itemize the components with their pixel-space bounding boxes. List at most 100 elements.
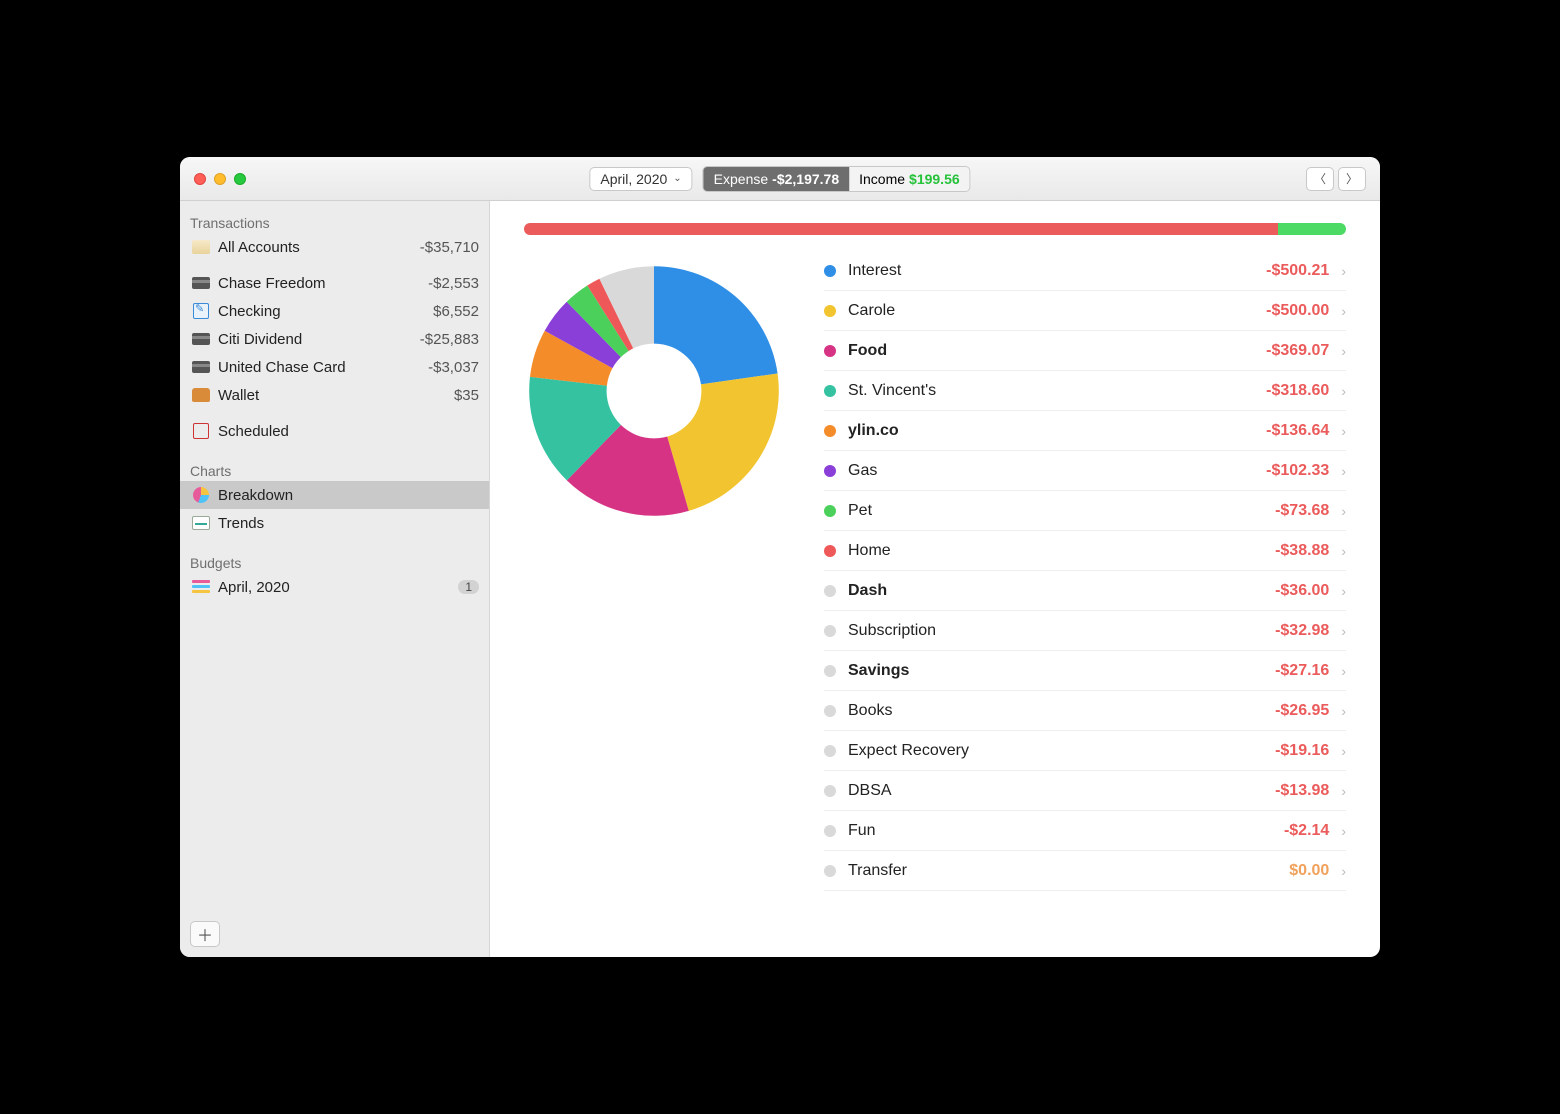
- sidebar-item-value: -$3,037: [428, 359, 479, 376]
- chevron-right-icon: ›: [1341, 423, 1346, 439]
- check-icon: [192, 302, 210, 320]
- category-row[interactable]: Fun-$2.14›: [824, 811, 1346, 851]
- category-amount: -$369.07: [1266, 342, 1329, 360]
- category-swatch-icon: [824, 585, 836, 597]
- category-amount: $0.00: [1289, 862, 1329, 880]
- category-swatch-icon: [824, 265, 836, 277]
- category-row[interactable]: Home-$38.88›: [824, 531, 1346, 571]
- chevron-right-icon: ›: [1341, 863, 1346, 879]
- category-swatch-icon: [824, 865, 836, 877]
- category-row[interactable]: Carole-$500.00›: [824, 291, 1346, 331]
- month-dropdown[interactable]: April, 2020 ⌄: [589, 167, 692, 191]
- category-amount: -$19.16: [1275, 742, 1329, 760]
- sidebar-item-label: Citi Dividend: [218, 331, 412, 348]
- sidebar-item-label: All Accounts: [218, 239, 412, 256]
- category-name: St. Vincent's: [848, 382, 1254, 400]
- wallet-icon: [192, 386, 210, 404]
- sidebar-item-all-accounts[interactable]: All Accounts -$35,710: [180, 233, 489, 261]
- category-name: Food: [848, 342, 1254, 360]
- income-segment[interactable]: Income $199.56: [849, 167, 970, 191]
- category-list: Interest-$500.21› Carole -$500.00 › Food -$36…: [824, 251, 1346, 891]
- chevron-right-icon: ›: [1341, 663, 1346, 679]
- add-button[interactable]: ＋: [190, 921, 220, 947]
- category-name: Subscription: [848, 622, 1263, 640]
- sidebar-item-value: -$25,883: [420, 331, 479, 348]
- chevron-down-icon: ⌄: [673, 173, 681, 184]
- app-window: April, 2020 ⌄ Expense -$2,197.78 Income …: [180, 157, 1380, 957]
- category-name: Home: [848, 542, 1263, 560]
- sidebar-item-label: Scheduled: [218, 423, 479, 440]
- category-row[interactable]: Dash-$36.00›: [824, 571, 1346, 611]
- chevron-right-icon: ›: [1341, 383, 1346, 399]
- category-amount: -$32.98: [1275, 622, 1329, 640]
- close-window-button[interactable]: [194, 173, 206, 185]
- sidebar-item-value: $6,552: [433, 303, 479, 320]
- sidebar-item-chase-freedom[interactable]: Chase Freedom-$2,553: [180, 269, 489, 297]
- window-controls: [194, 173, 246, 185]
- category-swatch-icon: [824, 305, 836, 317]
- category-name: Transfer: [848, 862, 1277, 880]
- chevron-right-icon: ›: [1341, 343, 1346, 359]
- sidebar-item-label: April, 2020: [218, 579, 450, 596]
- category-amount: -$13.98: [1275, 782, 1329, 800]
- category-name: Savings: [848, 662, 1263, 680]
- category-row[interactable]: Expect Recovery-$19.16›: [824, 731, 1346, 771]
- category-row[interactable]: Pet-$73.68›: [824, 491, 1346, 531]
- category-swatch-icon: [824, 625, 836, 637]
- next-month-button[interactable]: 〉: [1338, 167, 1366, 191]
- prev-month-button[interactable]: 〈: [1306, 167, 1334, 191]
- category-name: Carole: [848, 302, 1254, 320]
- sidebar-item-label: Wallet: [218, 387, 446, 404]
- category-swatch-icon: [824, 505, 836, 517]
- category-row[interactable]: Subscription-$32.98›: [824, 611, 1346, 651]
- sidebar-scroll[interactable]: TransactionsAll Accounts-$35,710Chase Fr…: [180, 201, 489, 957]
- sidebar-item-value: $35: [454, 387, 479, 404]
- category-row[interactable]: Transfer $0.00 ›: [824, 851, 1346, 891]
- window-body: TransactionsAll Accounts-$35,710Chase Fr…: [180, 201, 1380, 957]
- toolbar-center: April, 2020 ⌄ Expense -$2,197.78 Income …: [589, 166, 970, 192]
- category-amount: -$318.60: [1266, 382, 1329, 400]
- sidebar-item-value: -$35,710: [420, 239, 479, 256]
- category-name: Expect Recovery: [848, 742, 1263, 760]
- category-row[interactable]: DBSA-$13.98›: [824, 771, 1346, 811]
- breakdown-row: Interest-$500.21› Carole -$500.00 › Food -$36…: [524, 251, 1346, 891]
- sidebar-item-label: Chase Freedom: [218, 275, 420, 292]
- sidebar-item-scheduled[interactable]: Scheduled: [180, 417, 489, 445]
- sidebar-item-checking[interactable]: Checking$6,552: [180, 297, 489, 325]
- sidebar-section-header: Charts: [180, 457, 489, 481]
- sidebar-item-united-chase[interactable]: United Chase Card-$3,037: [180, 353, 489, 381]
- category-amount: -$500.00: [1266, 302, 1329, 320]
- category-row[interactable]: Interest-$500.21›: [824, 251, 1346, 291]
- category-amount: -$26.95: [1275, 702, 1329, 720]
- bar-expense-portion: [524, 223, 1278, 235]
- category-swatch-icon: [824, 825, 836, 837]
- category-row[interactable]: Gas-$102.33›: [824, 451, 1346, 491]
- category-amount: -$38.88: [1275, 542, 1329, 560]
- category-amount: -$27.16: [1275, 662, 1329, 680]
- sidebar-item-budget-april[interactable]: April, 20201: [180, 573, 489, 601]
- expense-segment[interactable]: Expense -$2,197.78: [704, 167, 849, 191]
- expense-income-segment: Expense -$2,197.78 Income $199.56: [703, 166, 971, 192]
- category-row[interactable]: Books-$26.95›: [824, 691, 1346, 731]
- sidebar-item-breakdown[interactable]: Breakdown: [180, 481, 489, 509]
- titlebar: April, 2020 ⌄ Expense -$2,197.78 Income …: [180, 157, 1380, 201]
- category-name: Books: [848, 702, 1263, 720]
- category-swatch-icon: [824, 385, 836, 397]
- category-row[interactable]: St. Vincent's -$318.60 ›: [824, 371, 1346, 411]
- category-row[interactable]: ylin.co-$136.64›: [824, 411, 1346, 451]
- category-row[interactable]: Food -$369.07 ›: [824, 331, 1346, 371]
- card-icon: [192, 274, 210, 292]
- chevron-right-icon: ›: [1341, 783, 1346, 799]
- sidebar-item-trends[interactable]: Trends: [180, 509, 489, 537]
- category-name: Interest: [848, 262, 1254, 280]
- category-row[interactable]: Savings -$27.16 ›: [824, 651, 1346, 691]
- expense-income-bar: [524, 223, 1346, 235]
- category-swatch-icon: [824, 425, 836, 437]
- sidebar-item-label: Breakdown: [218, 487, 479, 504]
- minimize-window-button[interactable]: [214, 173, 226, 185]
- zoom-window-button[interactable]: [234, 173, 246, 185]
- sidebar-item-citi-dividend[interactable]: Citi Dividend -$25,883: [180, 325, 489, 353]
- pie-icon: [192, 486, 210, 504]
- category-name: Gas: [848, 462, 1254, 480]
- sidebar-item-wallet[interactable]: Wallet $35: [180, 381, 489, 409]
